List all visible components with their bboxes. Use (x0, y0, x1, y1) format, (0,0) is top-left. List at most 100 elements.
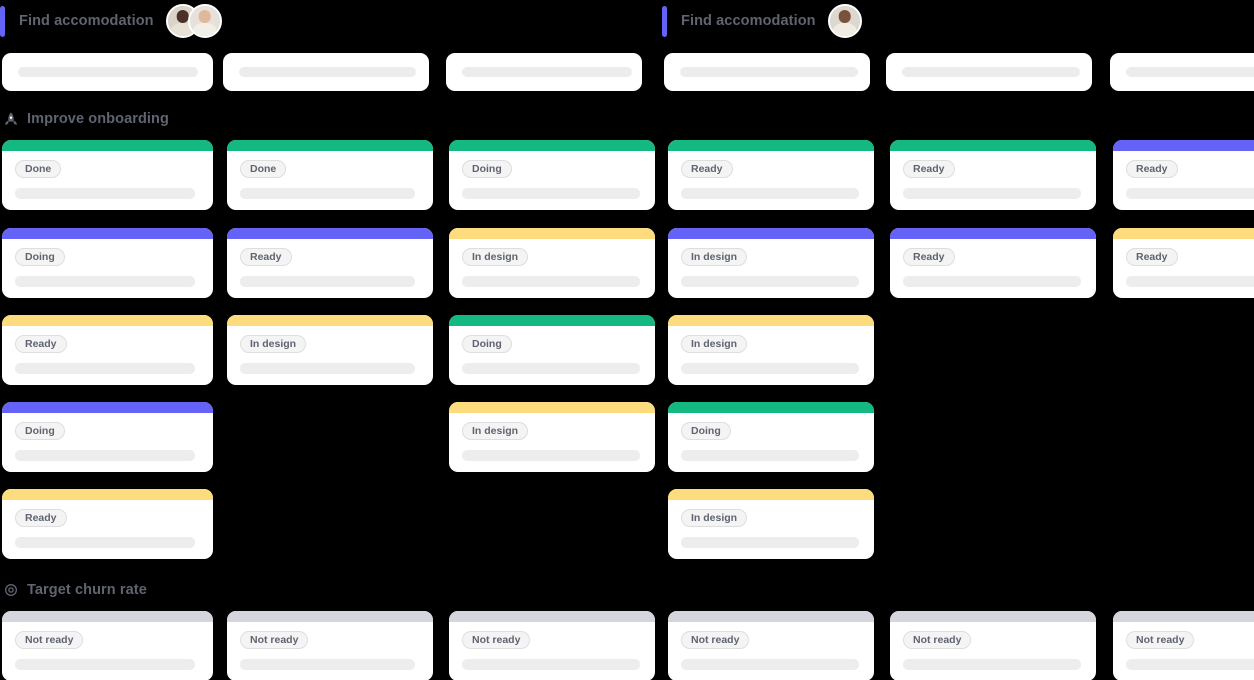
filter-card-2[interactable] (223, 53, 429, 91)
filter-card-3[interactable] (446, 53, 642, 91)
card-title-skeleton (240, 276, 415, 287)
status-badge[interactable]: Not ready (462, 631, 531, 649)
task-card[interactable]: Not ready (890, 611, 1096, 680)
status-badge[interactable]: In design (681, 248, 748, 266)
task-card[interactable]: Not ready (2, 611, 213, 680)
avatar-group[interactable] (827, 4, 862, 38)
status-badge[interactable]: Done (15, 160, 62, 178)
task-card[interactable]: In design (668, 315, 874, 385)
card-status-accent (2, 402, 213, 413)
card-status-accent (2, 315, 213, 326)
task-card[interactable]: Not ready (668, 611, 874, 680)
task-card[interactable]: In design (227, 315, 433, 385)
status-badge[interactable]: Doing (15, 422, 65, 440)
board-header-1[interactable]: Find accomodation (0, 3, 222, 39)
task-card[interactable]: Doing (449, 315, 655, 385)
task-card[interactable]: In design (449, 402, 655, 472)
skeleton-line (18, 67, 198, 77)
filter-strip (0, 53, 1254, 92)
filter-card-6[interactable] (1110, 53, 1254, 91)
status-badge[interactable]: Not ready (681, 631, 750, 649)
task-card[interactable]: Not ready (449, 611, 655, 680)
card-title-skeleton (15, 363, 195, 374)
task-card[interactable]: Not ready (227, 611, 433, 680)
card-title-skeleton (15, 659, 195, 670)
status-badge[interactable]: In design (462, 248, 529, 266)
card-status-accent (668, 228, 874, 239)
filter-card-4[interactable] (664, 53, 870, 91)
status-badge[interactable]: Ready (903, 160, 955, 178)
task-card[interactable]: Ready (227, 228, 433, 298)
status-badge[interactable]: Done (240, 160, 287, 178)
task-card[interactable]: Ready (1113, 228, 1254, 298)
task-card[interactable]: Ready (890, 228, 1096, 298)
card-title-skeleton (903, 659, 1081, 670)
board-accent-bar (662, 5, 667, 37)
card-title-skeleton (1126, 188, 1254, 199)
board-accent-bar (0, 5, 5, 37)
task-card[interactable]: Doing (668, 402, 874, 472)
status-badge[interactable]: Doing (15, 248, 65, 266)
task-card[interactable]: In design (668, 228, 874, 298)
status-badge[interactable]: Not ready (1126, 631, 1195, 649)
card-status-accent (890, 611, 1096, 622)
card-title-skeleton (240, 188, 415, 199)
avatar-face (198, 10, 211, 23)
status-badge[interactable]: Ready (15, 509, 67, 527)
status-badge[interactable]: Ready (903, 248, 955, 266)
task-card[interactable]: Ready (2, 315, 213, 385)
task-card[interactable]: Done (227, 140, 433, 210)
status-badge[interactable]: In design (681, 335, 748, 353)
card-title-skeleton (903, 276, 1081, 287)
task-card[interactable]: Ready (2, 489, 213, 559)
status-badge[interactable]: In design (681, 509, 748, 527)
status-badge[interactable]: Ready (1126, 248, 1178, 266)
card-status-accent (449, 140, 655, 151)
task-card[interactable]: Done (2, 140, 213, 210)
card-status-accent (2, 611, 213, 622)
status-badge[interactable]: In design (240, 335, 307, 353)
status-badge[interactable]: Not ready (903, 631, 972, 649)
task-card[interactable]: Not ready (1113, 611, 1254, 680)
skeleton-line (239, 67, 416, 77)
filter-card-5[interactable] (886, 53, 1092, 91)
status-badge[interactable]: Ready (240, 248, 292, 266)
avatar-group[interactable] (165, 4, 222, 38)
status-badge[interactable]: Ready (15, 335, 67, 353)
board-title: Find accomodation (19, 13, 154, 29)
skeleton-line (462, 67, 632, 77)
card-title-skeleton (681, 276, 859, 287)
status-badge[interactable]: Not ready (15, 631, 84, 649)
task-card[interactable]: Ready (1113, 140, 1254, 210)
section-improve-onboarding[interactable]: Improve onboarding (2, 108, 169, 130)
skeleton-line (902, 67, 1080, 77)
task-card[interactable]: Doing (2, 228, 213, 298)
status-badge[interactable]: Doing (462, 335, 512, 353)
status-badge[interactable]: Ready (1126, 160, 1178, 178)
card-title-skeleton (681, 363, 859, 374)
board-header-2[interactable]: Find accomodation (662, 3, 862, 39)
card-status-accent (227, 228, 433, 239)
task-card[interactable]: Doing (449, 140, 655, 210)
status-badge[interactable]: Not ready (240, 631, 309, 649)
card-status-accent (449, 402, 655, 413)
task-card[interactable]: Ready (890, 140, 1096, 210)
filter-card-1[interactable] (2, 53, 213, 91)
card-title-skeleton (681, 659, 859, 670)
card-status-accent (2, 228, 213, 239)
task-card[interactable]: Ready (668, 140, 874, 210)
kanban-board: Find accomodation Find accomodation Impro… (0, 0, 1254, 680)
task-card[interactable]: Doing (2, 402, 213, 472)
status-badge[interactable]: Doing (681, 422, 731, 440)
avatar-member-2[interactable] (187, 4, 222, 38)
status-badge[interactable]: In design (462, 422, 529, 440)
status-badge[interactable]: Ready (681, 160, 733, 178)
card-title-skeleton (1126, 276, 1254, 287)
task-card[interactable]: In design (668, 489, 874, 559)
card-status-accent (227, 611, 433, 622)
section-title: Improve onboarding (27, 111, 169, 127)
section-target-churn-rate[interactable]: Target churn rate (2, 579, 147, 601)
avatar-member-3[interactable] (827, 4, 862, 38)
status-badge[interactable]: Doing (462, 160, 512, 178)
task-card[interactable]: In design (449, 228, 655, 298)
